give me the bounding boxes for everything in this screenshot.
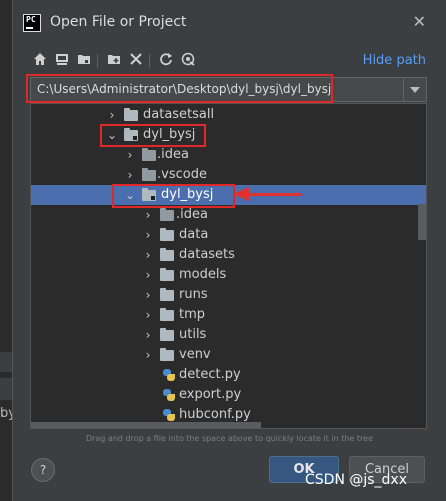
folder-icon (160, 348, 174, 361)
tree-row-idea[interactable]: › .idea (31, 145, 426, 165)
watermark: CSDN @js_dxx (305, 472, 408, 488)
new-folder-icon[interactable] (105, 52, 123, 70)
refresh-icon[interactable] (157, 52, 175, 70)
help-button[interactable]: ? (31, 458, 55, 482)
chevron-right-icon[interactable]: › (142, 225, 154, 245)
chevron-right-icon[interactable]: › (142, 285, 154, 305)
project-folder-icon[interactable] (75, 52, 93, 70)
tree-row-runs[interactable]: › runs (31, 285, 426, 305)
tree-row-vscode[interactable]: › .vscode (31, 165, 426, 185)
folder-icon (142, 148, 156, 161)
folder-icon (160, 248, 174, 261)
tree-item-label: .idea (176, 207, 208, 222)
delete-icon[interactable] (127, 52, 145, 70)
tree-item-label: data (179, 227, 209, 242)
folder-icon (124, 108, 138, 121)
tree-item-label: runs (179, 287, 208, 302)
chevron-right-icon[interactable]: › (142, 245, 154, 265)
python-file-icon (162, 388, 176, 402)
chevron-right-icon[interactable]: › (142, 345, 154, 365)
folder-icon (160, 268, 174, 281)
annotation-box-dyl-bysj (100, 124, 206, 147)
chevron-down-icon[interactable] (403, 78, 426, 101)
app-icon-text: PC (26, 15, 36, 24)
tree-item-label: .vscode (157, 167, 207, 182)
toolbar-separator (97, 54, 98, 68)
annotation-box-path (26, 74, 333, 103)
python-file-icon (162, 368, 176, 382)
tree-row-datasetsall[interactable]: › datasetsall (31, 105, 426, 125)
hide-path-link[interactable]: Hide path (363, 53, 426, 68)
tree-item-label: datasets (179, 247, 235, 262)
folder-icon (160, 328, 174, 341)
tree-row-models[interactable]: › models (31, 265, 426, 285)
folder-icon (160, 288, 174, 301)
chevron-right-icon[interactable]: › (142, 205, 154, 225)
chevron-right-icon[interactable]: › (142, 325, 154, 345)
horizontal-scrollbar[interactable] (31, 422, 261, 428)
folder-icon (160, 228, 174, 241)
tree-row-data[interactable]: › data (31, 225, 426, 245)
python-file-icon (162, 408, 176, 422)
desktop-icon[interactable] (53, 52, 71, 70)
tree-row-venv[interactable]: › venv (31, 345, 426, 365)
folder-icon (160, 308, 174, 321)
vertical-scrollbar[interactable] (418, 204, 426, 240)
tree-item-label: models (179, 267, 227, 282)
tree-item-label: tmp (179, 307, 206, 322)
tree-row-export-py[interactable]: export.py (31, 385, 426, 405)
tree-row-utils[interactable]: › utils (31, 325, 426, 345)
tree-item-label: export.py (179, 387, 242, 402)
folder-icon (142, 168, 156, 181)
tree-row-detect-py[interactable]: detect.py (31, 365, 426, 385)
close-icon[interactable]: ✕ (413, 12, 426, 31)
tree-item-label: venv (179, 347, 211, 362)
chevron-right-icon[interactable]: › (142, 265, 154, 285)
tree-item-label: detect.py (179, 367, 241, 382)
annotation-arrow-shaft (246, 193, 302, 196)
show-hidden-icon[interactable] (179, 52, 197, 70)
tree-item-label: utils (179, 327, 207, 342)
chevron-right-icon[interactable]: › (124, 145, 136, 165)
dialog-toolbar (31, 52, 271, 72)
home-icon[interactable] (31, 52, 49, 70)
tree-row-datasets[interactable]: › datasets (31, 245, 426, 265)
file-tree[interactable]: › datasetsall ⌄ dyl_bysj › .idea › .vsco… (30, 103, 427, 429)
chevron-right-icon[interactable]: › (124, 165, 136, 185)
drag-drop-hint: Drag and drop a file into the space abov… (85, 434, 374, 443)
tree-row-idea[interactable]: › .idea (31, 205, 426, 225)
chevron-right-icon[interactable]: › (142, 305, 154, 325)
annotation-box-selected (112, 184, 235, 208)
tree-row-tmp[interactable]: › tmp (31, 305, 426, 325)
pycharm-logo-icon: PC (23, 14, 41, 32)
tree-item-label: datasetsall (143, 107, 215, 122)
toolbar-separator (149, 54, 150, 68)
dialog-title: Open File or Project (50, 14, 187, 30)
dialog-titlebar: PC Open File or Project ✕ (13, 0, 446, 46)
chevron-right-icon[interactable]: › (106, 105, 118, 125)
tree-row-dyl-bysj[interactable]: ⌄ dyl_bysj (31, 125, 426, 145)
folder-icon (160, 208, 174, 221)
tree-item-label: .idea (157, 147, 189, 162)
